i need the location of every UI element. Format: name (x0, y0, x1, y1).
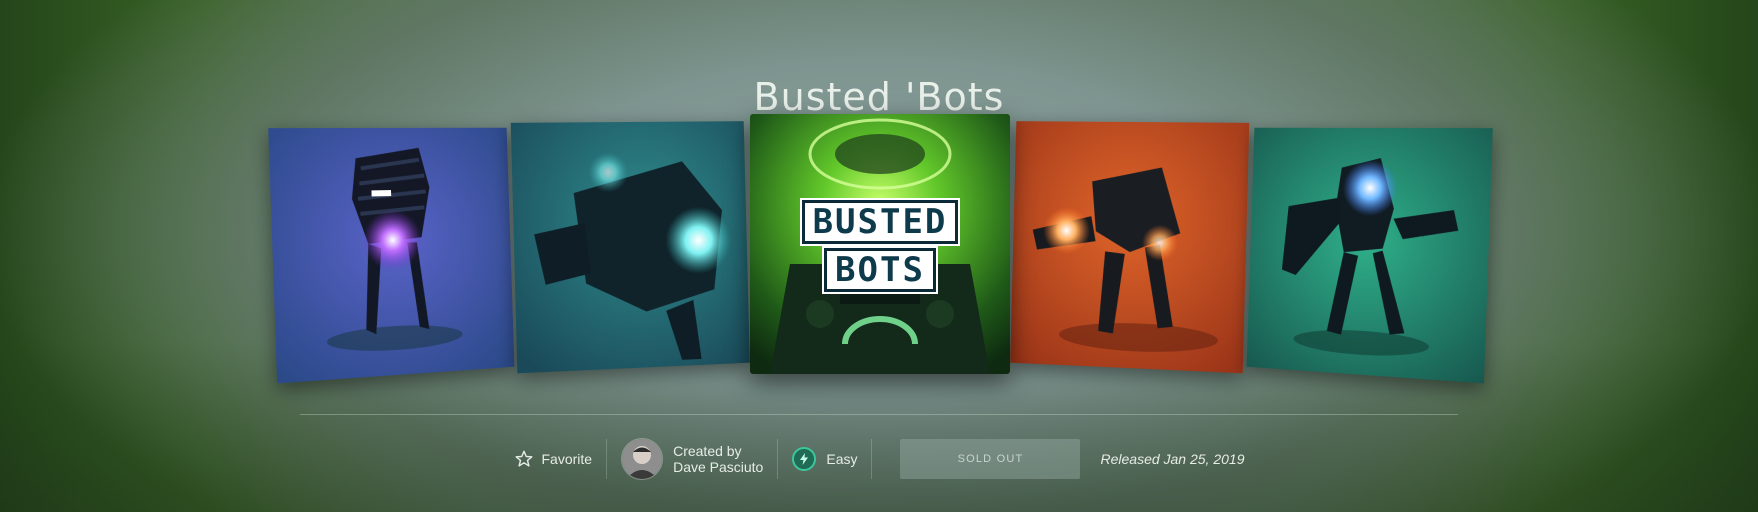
teal-robot-art (510, 121, 750, 374)
info-separator (871, 439, 873, 479)
release-date: Released Jan 25, 2019 (1100, 451, 1245, 467)
purple-robot-art (268, 127, 515, 384)
orange-robot-art (1010, 121, 1250, 374)
carousel-card-featured-cover[interactable]: BUSTED BOTS (750, 114, 1010, 374)
sold-out-button[interactable]: SOLD OUT (900, 439, 1081, 479)
creator-avatar (621, 438, 664, 480)
favorite-label: Favorite (541, 451, 593, 467)
creator-name: Dave Pasciuto (673, 459, 764, 475)
creator-info[interactable]: Created by Dave Pasciuto (621, 436, 763, 482)
carousel-card-orange-robot[interactable] (1010, 121, 1250, 374)
info-separator (606, 439, 608, 479)
cover-logo-line-2: BOTS (824, 248, 936, 292)
cover-logo-line-1: BUSTED (801, 200, 959, 244)
artwork-carousel: BUSTED BOTS (0, 0, 1758, 400)
info-separator (777, 439, 779, 479)
carousel-card-teal-robot[interactable] (510, 121, 750, 374)
cover-logo: BUSTED BOTS (790, 198, 970, 294)
star-outline-icon (514, 450, 533, 467)
green-robot-art (1246, 127, 1493, 384)
difficulty-label: Easy (826, 451, 858, 467)
difficulty-info: Easy (792, 436, 857, 482)
favorite-button[interactable]: Favorite (514, 436, 593, 482)
product-info-bar: Favorite Created by Dave Pasciuto Easy S… (0, 436, 1758, 482)
created-by-label: Created by (673, 443, 742, 459)
carousel-card-purple-robot[interactable] (268, 127, 515, 384)
lightning-icon (792, 447, 817, 471)
carousel-card-green-robot[interactable] (1246, 127, 1493, 384)
section-divider (300, 414, 1458, 415)
